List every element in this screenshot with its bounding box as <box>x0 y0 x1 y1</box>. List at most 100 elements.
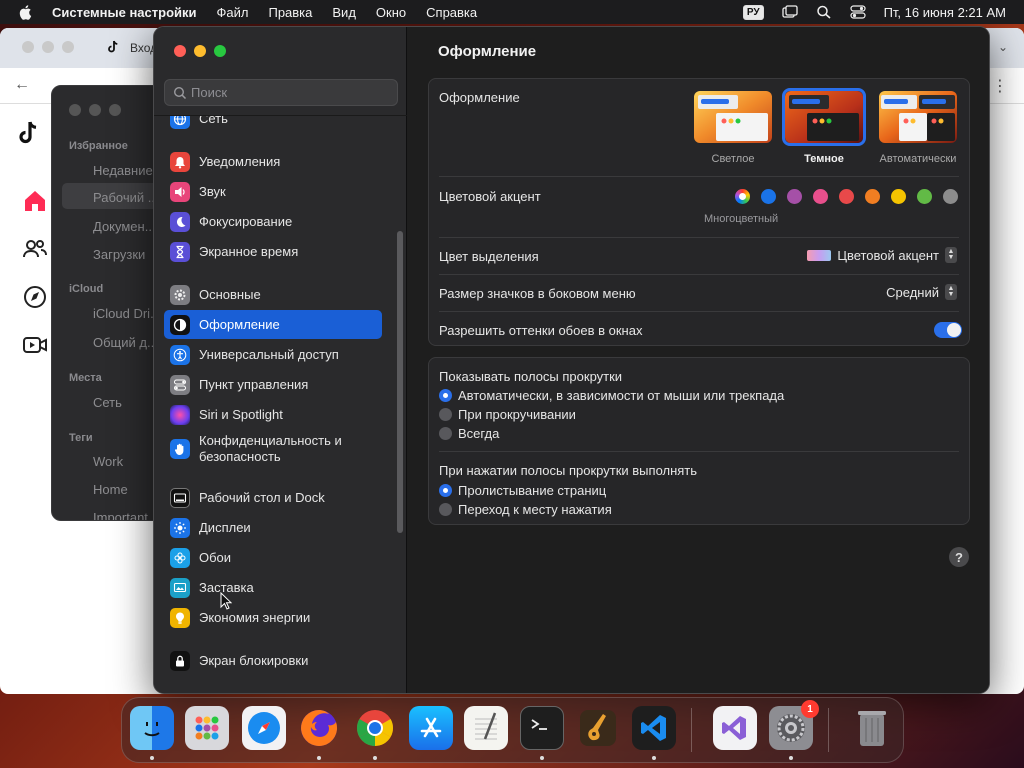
appearance-option-light[interactable] <box>694 91 772 143</box>
help-button[interactable]: ? <box>949 547 969 567</box>
sidebar-item-focus[interactable]: Фокусирование <box>164 207 382 236</box>
explore-compass-icon[interactable] <box>22 284 48 310</box>
home-icon[interactable] <box>22 188 48 214</box>
sidebar-item-displays[interactable]: Дисплеи <box>164 513 382 542</box>
app-menu[interactable]: Системные настройки <box>52 5 197 20</box>
accent-graphite-swatch[interactable] <box>943 189 958 204</box>
scrollbars-auto-radio[interactable]: Автоматически, в зависимости от мыши или… <box>439 388 784 403</box>
sidebar-item-lock-screen[interactable]: Экран блокировки <box>164 646 382 675</box>
finder-item[interactable]: Общий д... <box>93 335 158 350</box>
sidebar-item-sound[interactable]: Звук <box>164 177 382 206</box>
sidebar-item-wallpaper[interactable]: Обои <box>164 543 382 572</box>
trash-icon[interactable] <box>850 706 894 750</box>
finder-icon[interactable] <box>130 706 174 750</box>
browser-zoom-light[interactable] <box>62 41 74 53</box>
finder-item[interactable]: Home <box>93 482 128 497</box>
visual-studio-icon[interactable] <box>713 706 757 750</box>
sidebar-item-screensaver[interactable]: Заставка <box>164 573 382 602</box>
safari-icon[interactable] <box>242 706 286 750</box>
divider <box>439 176 959 177</box>
sidebar-list[interactable]: Сеть Уведомления Звук Фокусирование Экра… <box>154 115 407 693</box>
appearance-option-dark[interactable] <box>785 91 863 143</box>
sidebar-item-label: Дисплеи <box>199 520 251 535</box>
sidebar-item-appearance[interactable]: Оформление <box>164 310 382 339</box>
menubar-clock[interactable]: Пт, 16 июня 2:21 AM <box>884 5 1006 20</box>
sidebar-item-accessibility[interactable]: Универсальный доступ <box>164 340 382 369</box>
search-field[interactable]: Поиск <box>164 79 398 106</box>
finder-item[interactable]: Докумен... <box>93 219 156 234</box>
sidebar-item-control-center[interactable]: Пункт управления <box>164 370 382 399</box>
radio-label: Пролистывание страниц <box>458 483 607 498</box>
click-next-page-radio[interactable]: Пролистывание страниц <box>439 483 606 498</box>
appearance-label: Оформление <box>439 90 520 105</box>
tab-list-chevron-icon[interactable]: ⌄ <box>998 40 1008 54</box>
finder-item[interactable]: Недавние <box>93 163 153 178</box>
wallpaper-tinting-toggle[interactable] <box>934 322 962 338</box>
finder-minimize-light[interactable] <box>89 104 101 116</box>
menu-help[interactable]: Справка <box>426 5 477 20</box>
spotlight-search-icon[interactable] <box>816 5 832 19</box>
click-jump-radio[interactable]: Переход к месту нажатия <box>439 502 612 517</box>
scrollbars-scrolling-radio[interactable]: При прокручивании <box>439 407 576 422</box>
accent-yellow-swatch[interactable] <box>891 189 906 204</box>
terminal-icon[interactable] <box>520 706 564 750</box>
sidebar-item-desktop-dock[interactable]: Рабочий стол и Dock <box>164 483 382 512</box>
tiktok-logo-icon <box>19 121 37 144</box>
sidebar-icon-size-popup[interactable]: Средний ▲ ▼ <box>886 284 957 300</box>
sidebar-icon-size-label: Размер значков в боковом меню <box>439 286 636 301</box>
accent-orange-swatch[interactable] <box>865 189 880 204</box>
input-source-indicator[interactable]: РУ <box>742 4 764 20</box>
finder-zoom-light[interactable] <box>109 104 121 116</box>
highlight-color-popup[interactable]: Цветовой акцент ▲ ▼ <box>807 247 957 263</box>
finder-item[interactable]: Рабочий ... <box>93 190 159 205</box>
appearance-option-auto[interactable] <box>879 91 957 143</box>
accent-purple-swatch[interactable] <box>787 189 802 204</box>
menu-file[interactable]: Файл <box>217 5 249 20</box>
finder-item[interactable]: iCloud Dri... <box>93 306 161 321</box>
menu-window[interactable]: Окно <box>376 5 406 20</box>
control-center-icon[interactable] <box>849 5 866 19</box>
menu-view[interactable]: Вид <box>332 5 356 20</box>
accent-pink-swatch[interactable] <box>813 189 828 204</box>
app-store-icon[interactable] <box>409 706 453 750</box>
finder-item[interactable]: Work <box>93 454 123 469</box>
browser-close-light[interactable] <box>22 41 34 53</box>
menu-edit[interactable]: Правка <box>268 5 312 20</box>
textedit-icon[interactable] <box>464 706 508 750</box>
accent-blue-swatch[interactable] <box>761 189 776 204</box>
sidebar-scrollbar[interactable] <box>397 231 403 533</box>
sidebar-item-network[interactable]: Сеть <box>164 116 382 133</box>
sidebar-item-energy-saver[interactable]: Экономия энергии <box>164 603 382 632</box>
launchpad-icon[interactable] <box>185 706 229 750</box>
accent-red-swatch[interactable] <box>839 189 854 204</box>
sidebar-item-general[interactable]: Основные <box>164 280 382 309</box>
chrome-icon[interactable] <box>353 706 397 750</box>
back-arrow-icon[interactable]: ← <box>14 76 30 94</box>
browser-menu-icon[interactable]: ⋮ <box>992 76 1008 96</box>
browser-minimize-light[interactable] <box>42 41 54 53</box>
finder-item[interactable]: Important <box>93 510 148 520</box>
system-settings-icon[interactable]: 1 <box>769 700 819 750</box>
sidebar-item-screen-time[interactable]: Экранное время <box>164 237 382 266</box>
finder-close-light[interactable] <box>69 104 81 116</box>
live-video-icon[interactable] <box>22 332 48 358</box>
accent-multicolor-swatch[interactable] <box>735 189 750 204</box>
running-indicator <box>373 756 377 760</box>
running-indicator <box>150 756 154 760</box>
following-icon[interactable] <box>22 236 48 262</box>
sidebar-item-notifications[interactable]: Уведомления <box>164 147 382 176</box>
apple-menu-icon[interactable] <box>18 4 34 20</box>
sidebar-item-privacy[interactable]: Конфиденциальность и безопасность <box>164 430 382 468</box>
close-button[interactable] <box>174 45 186 57</box>
scrollbars-always-radio[interactable]: Всегда <box>439 426 499 441</box>
finder-item[interactable]: Загрузки <box>93 247 145 262</box>
vscode-icon[interactable] <box>632 706 676 750</box>
accent-green-swatch[interactable] <box>917 189 932 204</box>
sidebar-item-siri-spotlight[interactable]: Siri и Spotlight <box>164 400 382 429</box>
zoom-button[interactable] <box>214 45 226 57</box>
window-switch-icon[interactable] <box>781 5 798 19</box>
firefox-icon[interactable] <box>297 706 341 750</box>
garageband-icon[interactable] <box>576 706 620 750</box>
minimize-button[interactable] <box>194 45 206 57</box>
finder-item[interactable]: Сеть <box>93 395 122 410</box>
